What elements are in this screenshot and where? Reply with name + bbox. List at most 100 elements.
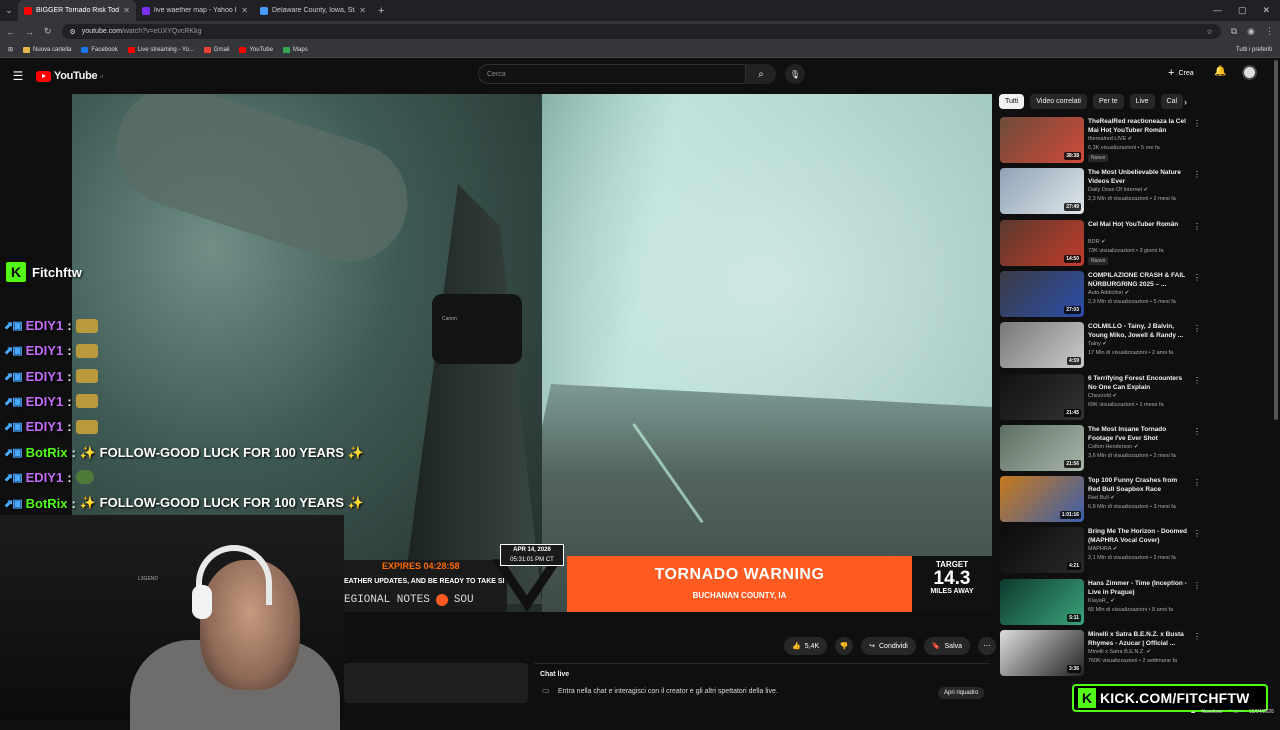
video-title[interactable]: TheRealRed reactioneaza la Cel Mai Hoț Y… [1088, 117, 1190, 135]
channel-name[interactable]: MAPHRA ✔ [1088, 546, 1117, 552]
tab-close-icon[interactable]: ✕ [241, 6, 248, 15]
recommended-video[interactable]: 4:21 Bring Me The Horizon - Doomed (MAPH… [1000, 527, 1201, 574]
search-icon[interactable]: ⌕ [746, 64, 776, 84]
video-title[interactable]: The Most Insane Tornado Footage I've Eve… [1088, 425, 1190, 443]
video-title[interactable]: Cel Mai Hoț YouTuber Român [1088, 220, 1190, 229]
more-options-icon[interactable]: ⋮ [1193, 324, 1201, 333]
menu-icon[interactable]: ☰ [0, 69, 36, 83]
channel-name[interactable]: Minelli x Satra B.E.N.Z. ✔ [1088, 649, 1151, 655]
video-thumbnail[interactable]: 4:21 [1000, 527, 1084, 574]
video-thumbnail[interactable]: 1:01:16 [1000, 476, 1084, 523]
site-info-icon[interactable]: ⚙ [70, 28, 76, 36]
chevron-right-icon[interactable]: › [1184, 97, 1187, 107]
filter-chip[interactable]: Video correlati [1030, 94, 1087, 109]
bookmark-item[interactable]: Facebook [81, 46, 118, 53]
page-scrollbar[interactable] [1274, 60, 1278, 420]
channel-name[interactable]: therealred LIVE ✔ [1088, 136, 1132, 142]
video-title[interactable]: 6 Terrifying Forest Encounters No One Ca… [1088, 374, 1190, 392]
more-options-icon[interactable]: ⋮ [1193, 478, 1201, 487]
browser-tab[interactable]: live waether map - Yahoo Italia✕ [136, 0, 254, 21]
minimize-icon[interactable]: — [1213, 5, 1222, 16]
search-input[interactable]: Cerca [478, 64, 746, 84]
recommended-video[interactable]: 21:56 The Most Insane Tornado Footage I'… [1000, 424, 1201, 471]
filter-chip[interactable]: Cal [1160, 94, 1184, 109]
channel-name[interactable]: BDR ✔ [1088, 239, 1106, 245]
recommended-video[interactable]: 27:49 The Most Unbelievable Nature Video… [1000, 168, 1201, 215]
bookmark-star-icon[interactable]: ☆ [1206, 28, 1212, 36]
video-thumbnail[interactable]: 27:03 [1000, 270, 1084, 317]
bookmark-item[interactable]: Live streaming - Yo... [127, 46, 194, 53]
recommended-video[interactable]: 14:50 Cel Mai Hoț YouTuber Român BDR ✔ 7… [1000, 219, 1201, 266]
video-thumbnail[interactable]: 5:11 [1000, 578, 1084, 625]
like-button[interactable]: 👍 5,4K [784, 637, 828, 655]
video-title[interactable]: COMPILAZIONE CRASH & FAIL NÜRBURGRING 20… [1088, 271, 1190, 289]
channel-name[interactable]: Tainy ✔ [1088, 341, 1107, 347]
recommended-video[interactable]: 1:01:16 Top 100 Funny Crashes from Red B… [1000, 476, 1201, 523]
recommended-video[interactable]: 27:03 COMPILAZIONE CRASH & FAIL NÜRBURGR… [1000, 270, 1201, 317]
video-thumbnail[interactable]: 21:56 [1000, 424, 1084, 471]
bookmark-item[interactable]: Nuova cartella [23, 46, 71, 53]
video-thumbnail[interactable]: 27:49 [1000, 168, 1084, 215]
more-options-icon[interactable]: ⋮ [1193, 529, 1201, 538]
channel-name[interactable]: Daily Dose Of Internet ✔ [1088, 187, 1148, 193]
recommended-video[interactable]: 5:11 Hans Zimmer - Time (Inception - Liv… [1000, 578, 1201, 625]
video-title[interactable]: Top 100 Funny Crashes from Red Bull Soap… [1088, 476, 1190, 494]
all-bookmarks[interactable]: Tutti i preferiti [1236, 47, 1272, 53]
microphone-icon[interactable]: 🎙 [785, 64, 805, 84]
bookmark-item[interactable]: YouTube [239, 46, 273, 53]
profile-icon[interactable]: ◉ [1247, 26, 1255, 37]
bookmark-item[interactable]: Gmail [203, 46, 229, 53]
create-button[interactable]: + Crea [1168, 67, 1194, 79]
video-title[interactable]: COLMILLO - Tainy, J Balvin, Young Miko, … [1088, 322, 1190, 340]
video-title[interactable]: Hans Zimmer - Time (Inception - Live in … [1088, 579, 1190, 597]
more-options-icon[interactable]: ⋮ [1193, 119, 1201, 128]
tab-search-icon[interactable]: ⌄ [0, 0, 18, 21]
more-actions-button[interactable]: ⋯ [978, 637, 997, 655]
browser-tab[interactable]: BIGGER Tornado Risk Today ✕ [18, 0, 136, 21]
channel-name[interactable]: Colton Henderson ✔ [1088, 444, 1138, 450]
recommended-video[interactable]: 3:36 Minelli x Satra B.E.N.Z. x Busta Rh… [1000, 630, 1201, 676]
video-title[interactable]: Minelli x Satra B.E.N.Z. x Busta Rhymes … [1088, 630, 1190, 648]
filter-chip[interactable]: Tutti [999, 94, 1025, 109]
url-field[interactable]: ⚙ youtube.com/watch?v=eUXYQvcRKkg ☆ [61, 24, 1221, 39]
more-options-icon[interactable]: ⋮ [1193, 222, 1201, 231]
filter-chip[interactable]: Per te [1092, 94, 1124, 109]
apps-icon[interactable]: ⊞ [8, 46, 13, 53]
open-chat-button[interactable]: Apri riquadro [938, 687, 985, 699]
more-options-icon[interactable]: ⋮ [1193, 581, 1201, 590]
browser-menu-icon[interactable]: ⋮ [1265, 26, 1274, 37]
more-options-icon[interactable]: ⋮ [1193, 170, 1201, 179]
extensions-icon[interactable]: ⧉ [1231, 26, 1237, 37]
reload-icon[interactable]: ↻ [44, 26, 52, 37]
save-button[interactable]: 🔖 Salva [923, 637, 971, 655]
more-options-icon[interactable]: ⋮ [1193, 376, 1201, 385]
more-options-icon[interactable]: ⋮ [1193, 632, 1201, 641]
bookmark-item[interactable]: Maps [283, 46, 308, 53]
video-thumbnail[interactable]: 38:38 [1000, 117, 1084, 163]
avatar[interactable] [1242, 65, 1257, 80]
video-thumbnail[interactable]: 4:59 [1000, 322, 1084, 369]
video-thumbnail[interactable]: 21:45 [1000, 373, 1084, 420]
new-tab-icon[interactable]: + [378, 5, 384, 17]
recommended-video[interactable]: 4:59 COLMILLO - Tainy, J Balvin, Young M… [1000, 322, 1201, 369]
filter-chip[interactable]: Live [1129, 94, 1155, 109]
description-box[interactable] [344, 663, 528, 703]
recommended-video[interactable]: 38:38 TheRealRed reactioneaza la Cel Mai… [1000, 117, 1201, 163]
channel-name[interactable]: Auto Addiction ✔ [1088, 290, 1129, 296]
browser-tab[interactable]: Delaware County, Iowa, Stati U...✕ [254, 0, 372, 21]
youtube-logo[interactable]: YouTube IT [36, 70, 104, 82]
more-options-icon[interactable]: ⋮ [1193, 273, 1201, 282]
share-button[interactable]: ↪ Condividi [861, 637, 916, 655]
close-window-icon[interactable]: ✕ [1262, 5, 1270, 16]
tab-close-icon[interactable]: ✕ [123, 6, 130, 15]
video-title[interactable]: The Most Unbelievable Nature Videos Ever [1088, 168, 1190, 186]
channel-name[interactable]: Chezzold ✔ [1088, 393, 1117, 399]
notifications-icon[interactable]: 🔔 [1214, 66, 1226, 77]
back-icon[interactable]: ← [6, 27, 15, 37]
video-thumbnail[interactable]: 3:36 [1000, 630, 1084, 676]
recommended-video[interactable]: 21:45 6 Terrifying Forest Encounters No … [1000, 373, 1201, 420]
maximize-icon[interactable]: ▢ [1238, 5, 1247, 16]
channel-name[interactable]: Red Bull ✔ [1088, 495, 1115, 501]
tab-close-icon[interactable]: ✕ [359, 6, 366, 15]
more-options-icon[interactable]: ⋮ [1193, 427, 1201, 436]
